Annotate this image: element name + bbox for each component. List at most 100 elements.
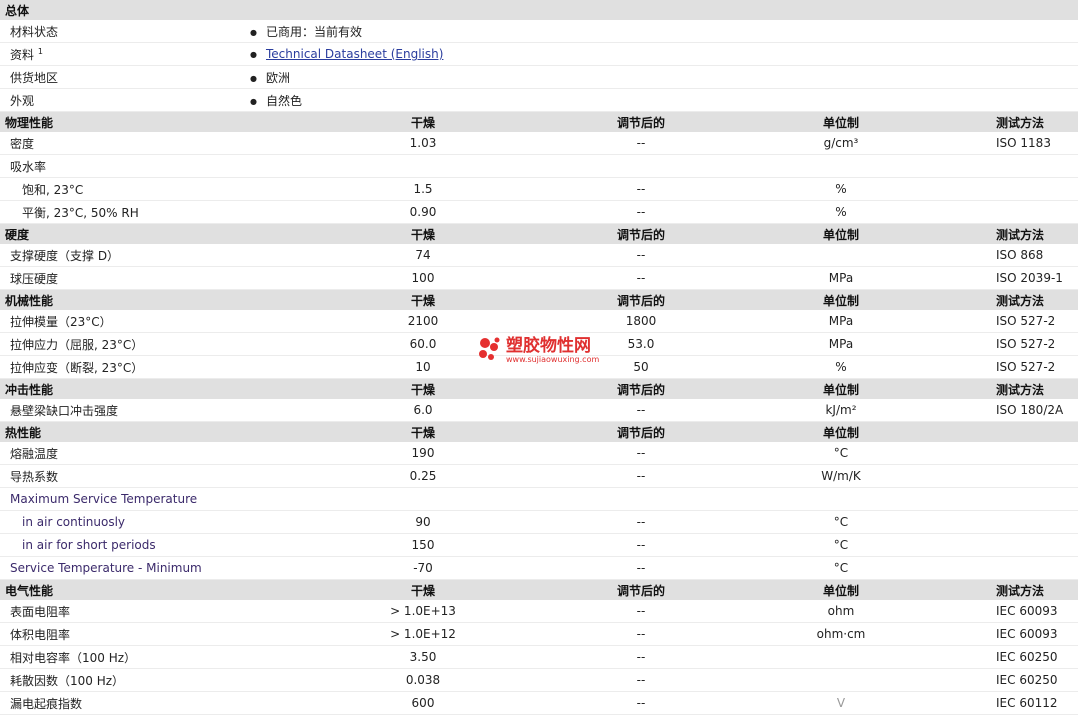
value-dry: 3.50 [250, 645, 596, 669]
value-dry: 6.0 [250, 399, 596, 422]
property-label-text: 外观 [10, 93, 35, 108]
value-unit: MPa [686, 310, 996, 333]
test-method [996, 533, 1078, 557]
property-value: 欧洲 [266, 70, 291, 85]
property-label-text: 资料 [10, 47, 35, 62]
property-label: 支撑硬度（支撑 D） [0, 244, 250, 267]
test-method: ISO 868 [996, 244, 1078, 267]
property-row: Maximum Service Temperature [0, 487, 1078, 511]
value-conditioned: -- [596, 464, 686, 488]
section-title: 冲击性能 [0, 378, 250, 399]
property-label: 相对电容率（100 Hz） [0, 645, 250, 669]
column-header-unit: 单位制 [686, 111, 996, 132]
value-conditioned: -- [596, 132, 686, 155]
value-unit [686, 487, 996, 511]
property-value-cell: ● 欧洲 [250, 65, 1078, 89]
section-title: 机械性能 [0, 289, 250, 310]
value-conditioned: -- [596, 691, 686, 715]
property-label: 表面电阻率 [0, 600, 250, 623]
property-label: 漏电起痕指数 [0, 691, 250, 715]
test-method [996, 487, 1078, 511]
property-label: 饱和, 23°C [0, 177, 250, 201]
value-unit: % [686, 355, 996, 379]
value-conditioned: -- [596, 622, 686, 646]
property-label: 悬壁梁缺口冲击强度 [0, 399, 250, 422]
property-row: 吸水率 [0, 154, 1078, 178]
property-label: 导热系数 [0, 464, 250, 488]
test-method: ISO 527-2 [996, 355, 1078, 379]
property-row: 球压硬度 100 -- MPa ISO 2039-1 [0, 266, 1078, 290]
property-label: Service Temperature - Minimum [0, 556, 250, 580]
property-label: 耗散因数（100 Hz） [0, 668, 250, 692]
test-method: IEC 60093 [996, 600, 1078, 623]
test-method: IEC 60112 [996, 691, 1078, 715]
section-header: 硬度 干燥 调节后的 单位制 测试方法 [0, 223, 1078, 244]
property-row: 漏电起痕指数 600 -- V IEC 60112 [0, 691, 1078, 715]
datasheet-link[interactable]: Technical Datasheet (English) [266, 47, 443, 61]
property-row: 耗散因数（100 Hz） 0.038 -- IEC 60250 [0, 668, 1078, 692]
property-label: 拉伸应力（屈服, 23°C） [0, 332, 250, 356]
column-header-unit: 单位制 [686, 579, 996, 600]
bullet-icon: ● [250, 50, 257, 59]
column-header-conditioned: 调节后的 [596, 223, 686, 244]
property-value-cell: ● 自然色 [250, 88, 1078, 112]
column-header-dry: 干燥 [250, 421, 596, 442]
value-unit: % [686, 177, 996, 201]
test-method [996, 442, 1078, 465]
value-dry: 1.5 [250, 177, 596, 201]
test-method: ISO 2039-1 [996, 266, 1078, 290]
column-header-conditioned: 调节后的 [596, 579, 686, 600]
column-header-dry: 干燥 [250, 223, 596, 244]
column-header-method [996, 421, 1078, 442]
section-title: 电气性能 [0, 579, 250, 600]
value-dry: 100 [250, 266, 596, 290]
test-method [996, 154, 1078, 178]
property-row: 相对电容率（100 Hz） 3.50 -- IEC 60250 [0, 645, 1078, 669]
value-conditioned: 53.0 [596, 332, 686, 356]
value-dry: > 1.0E+12 [250, 622, 596, 646]
property-value-cell: ● 已商用：当前有效 [250, 20, 1078, 43]
test-method [996, 510, 1078, 534]
column-header-dry: 干燥 [250, 111, 596, 132]
value-unit [686, 668, 996, 692]
value-dry: 0.90 [250, 200, 596, 224]
value-dry: 1.03 [250, 132, 596, 155]
value-dry: 10 [250, 355, 596, 379]
column-header-dry: 干燥 [250, 378, 596, 399]
value-dry: > 1.0E+13 [250, 600, 596, 623]
value-conditioned: -- [596, 442, 686, 465]
column-header-dry: 干燥 [250, 289, 596, 310]
value-unit: % [686, 200, 996, 224]
property-row: 拉伸模量（23°C） 2100 1800 MPa ISO 527-2 [0, 310, 1078, 333]
property-value: 自然色 [266, 93, 303, 108]
value-dry: 90 [250, 510, 596, 534]
value-dry [250, 154, 596, 178]
value-conditioned: -- [596, 600, 686, 623]
value-dry: 0.038 [250, 668, 596, 692]
property-label: 外观 [0, 88, 250, 112]
section-header: 热性能 干燥 调节后的 单位制 [0, 421, 1078, 442]
value-unit: ohm·cm [686, 622, 996, 646]
value-unit: °C [686, 556, 996, 580]
column-header-unit: 单位制 [686, 378, 996, 399]
value-unit: °C [686, 442, 996, 465]
value-conditioned: -- [596, 645, 686, 669]
value-dry: -70 [250, 556, 596, 580]
value-unit: °C [686, 533, 996, 557]
property-label: 供货地区 [0, 65, 250, 89]
value-conditioned: -- [596, 266, 686, 290]
value-conditioned: -- [596, 244, 686, 267]
value-dry: 74 [250, 244, 596, 267]
column-header-method: 测试方法 [996, 579, 1078, 600]
value-unit: °C [686, 510, 996, 534]
test-method: IEC 60093 [996, 622, 1078, 646]
section-header: 机械性能 干燥 调节后的 单位制 测试方法 [0, 289, 1078, 310]
general-row: 外观 ● 自然色 [0, 88, 1078, 112]
column-header-unit: 单位制 [686, 223, 996, 244]
value-conditioned: -- [596, 200, 686, 224]
property-label: Maximum Service Temperature [0, 487, 250, 511]
column-header-unit: 单位制 [686, 289, 996, 310]
column-header-conditioned: 调节后的 [596, 289, 686, 310]
test-method [996, 200, 1078, 224]
footnote-marker: 1 [37, 46, 43, 56]
